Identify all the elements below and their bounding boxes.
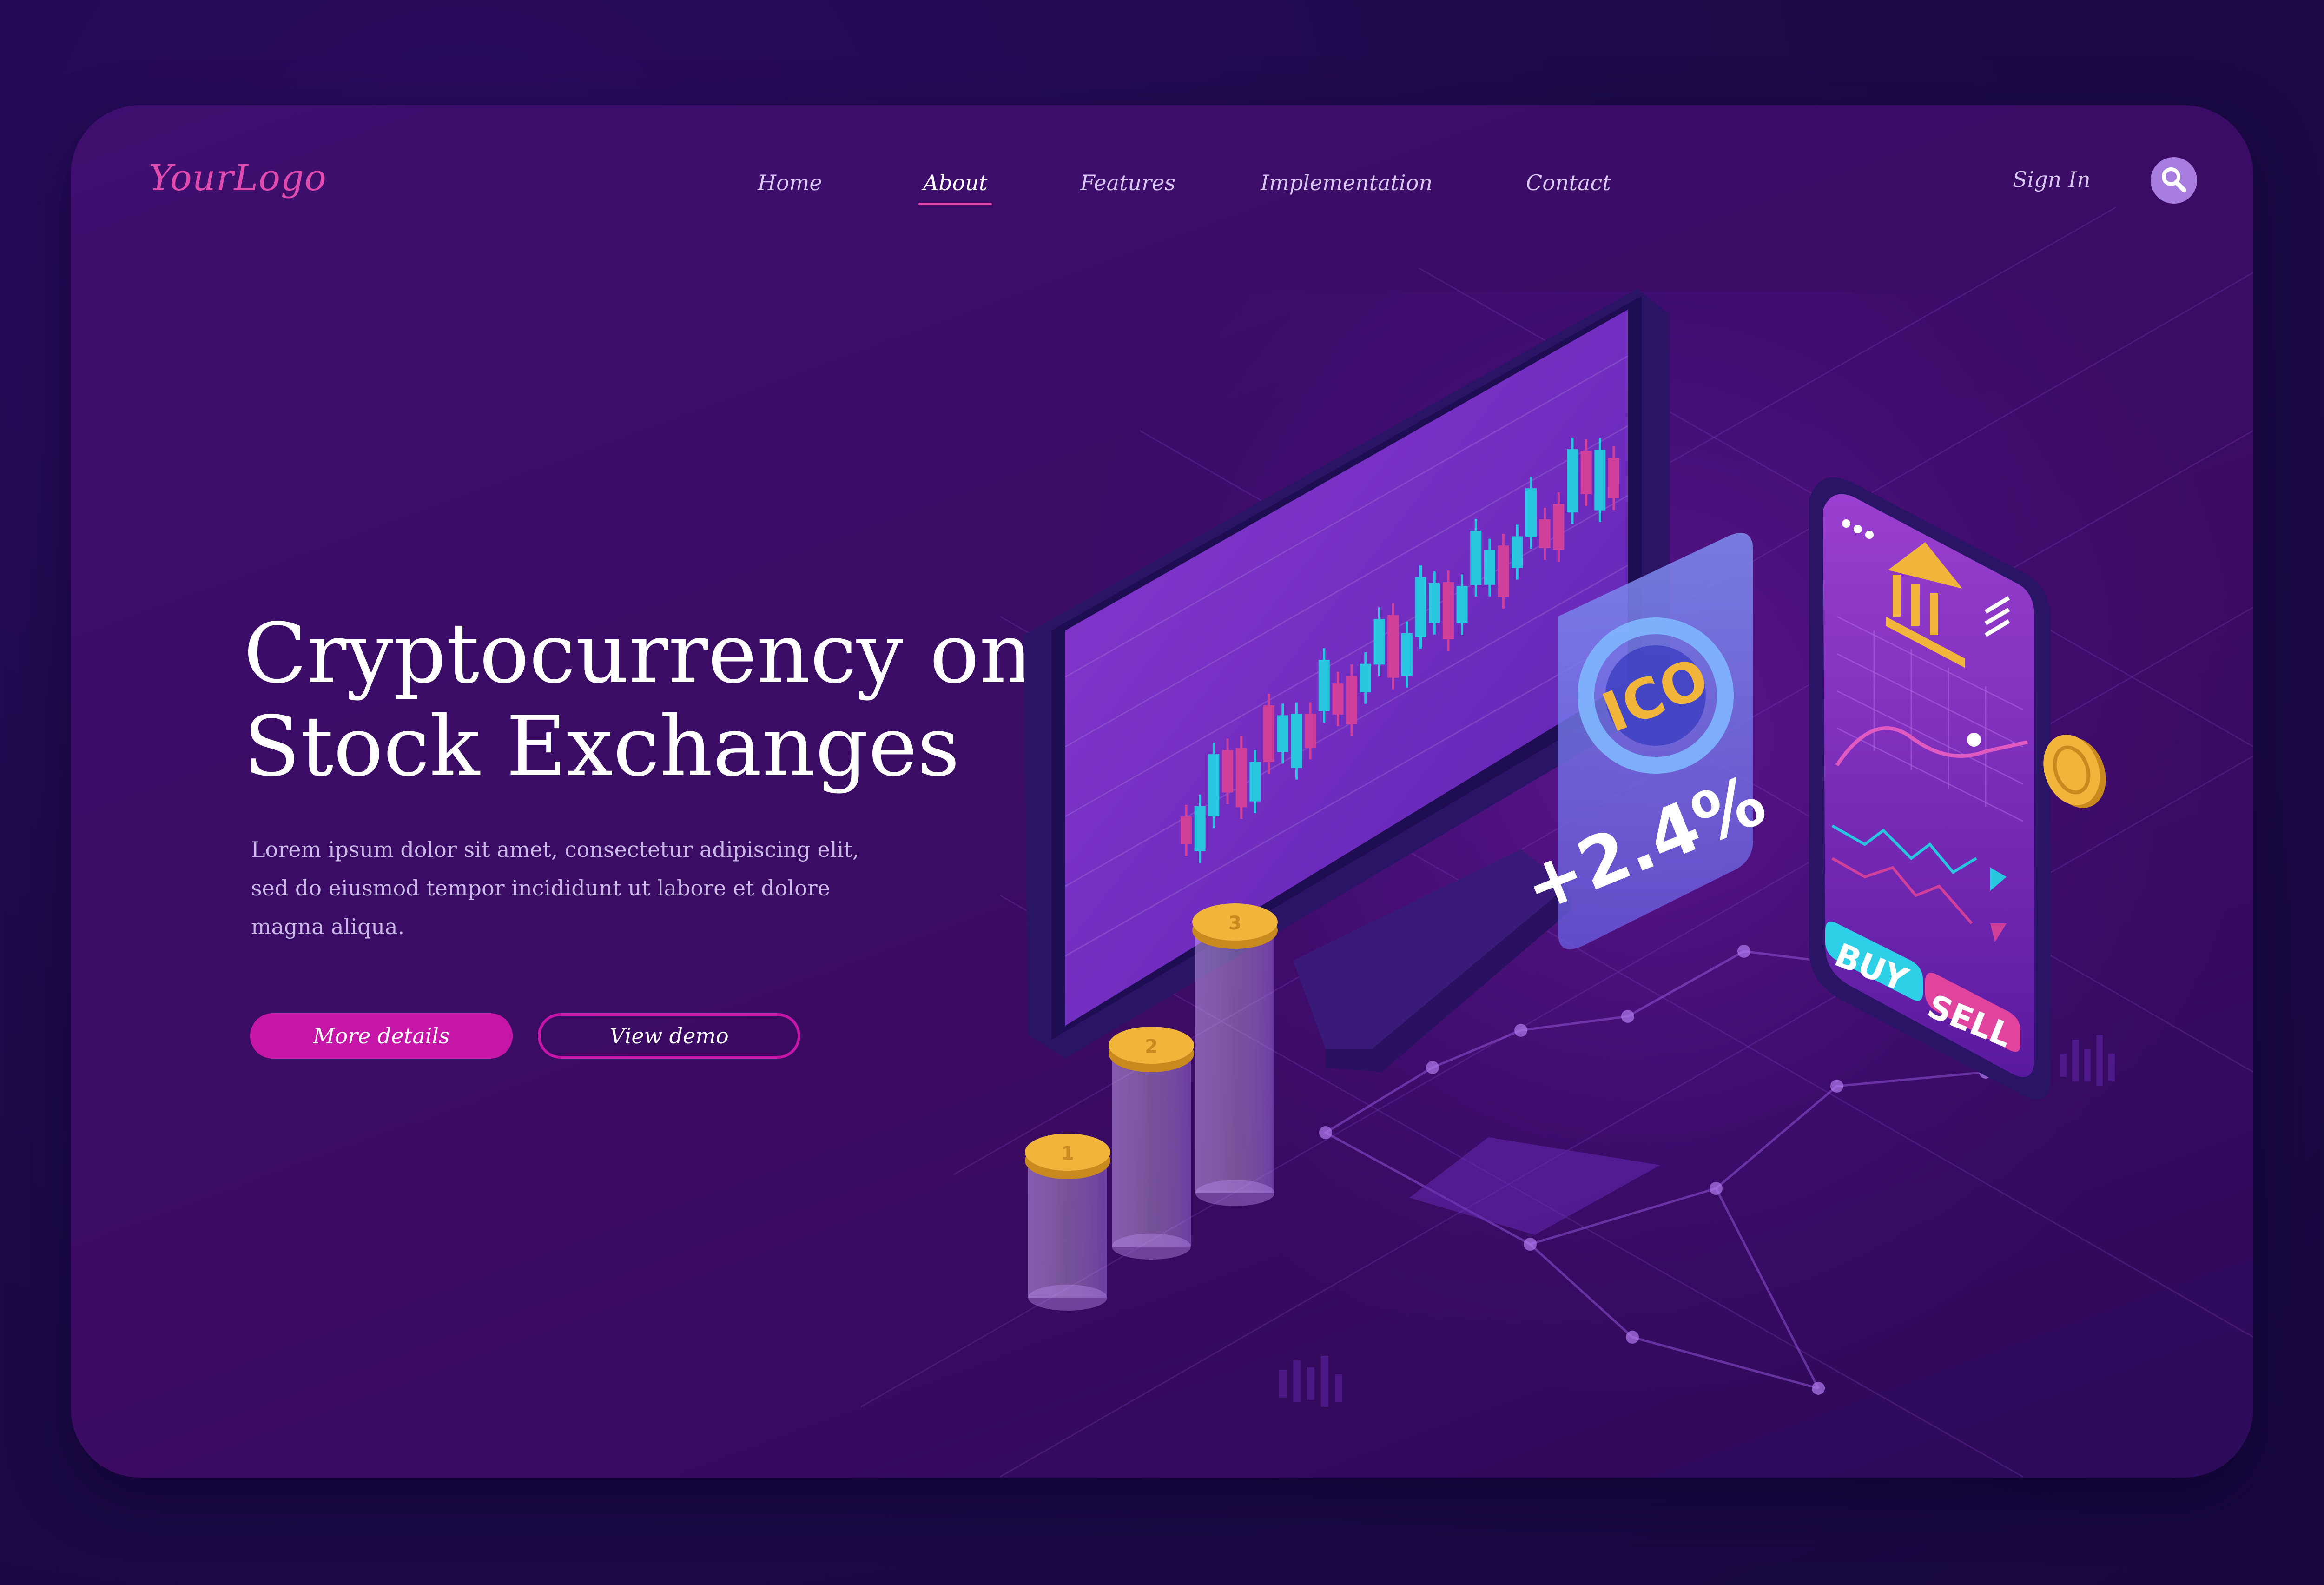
candle-body xyxy=(1291,714,1302,768)
candle-body xyxy=(1525,488,1537,537)
coin-label-1: 1 xyxy=(1061,1143,1074,1164)
candle-body xyxy=(1415,577,1426,637)
candle-body xyxy=(1332,683,1344,715)
candle-body xyxy=(1442,582,1454,639)
candle-body xyxy=(1594,450,1606,511)
candle-body xyxy=(1429,583,1440,623)
candle-body xyxy=(1470,531,1482,585)
coin-label-3: 3 xyxy=(1228,913,1241,934)
candle-body xyxy=(1305,714,1316,748)
coin-label-2: 2 xyxy=(1145,1036,1158,1057)
candle-body xyxy=(1373,619,1385,665)
candle-body xyxy=(1208,754,1220,817)
candle-body xyxy=(1235,748,1247,808)
candle-body xyxy=(1608,458,1619,498)
candle-body xyxy=(1401,633,1413,676)
candle-body xyxy=(1318,660,1330,711)
candle-body xyxy=(1456,586,1468,623)
candle-body xyxy=(1512,536,1523,568)
candle-body xyxy=(1194,806,1206,851)
candle-body xyxy=(1553,504,1565,550)
candle-body xyxy=(1263,705,1275,762)
candle-body xyxy=(1498,545,1509,597)
coin-stack-3: 3 xyxy=(1192,903,1278,1206)
landing-card: YourLogo Home About Features Implementat… xyxy=(71,105,2253,1478)
candle-body xyxy=(1360,663,1371,692)
candle-body xyxy=(1222,750,1234,793)
candle-body xyxy=(1181,816,1192,844)
candle-body xyxy=(1484,550,1495,585)
floor-bars-left xyxy=(1279,1356,1342,1407)
floor-bars-right xyxy=(2060,1035,2115,1086)
candle-body xyxy=(1580,451,1592,494)
candle-body xyxy=(1539,519,1551,548)
candle-body xyxy=(1387,615,1399,678)
candle-body xyxy=(1249,762,1261,802)
crypto-illustration: 1 2 3 ICO +2.4% BUY SELL xyxy=(860,206,2253,1478)
coin-stack-2: 2 xyxy=(1109,1027,1194,1260)
coin-stack-1: 1 xyxy=(1025,1134,1110,1311)
candle-body xyxy=(1566,449,1578,513)
smartphone: BUY SELL xyxy=(1809,477,2051,1100)
candle-body xyxy=(1277,715,1288,752)
candle-body xyxy=(1346,676,1358,724)
